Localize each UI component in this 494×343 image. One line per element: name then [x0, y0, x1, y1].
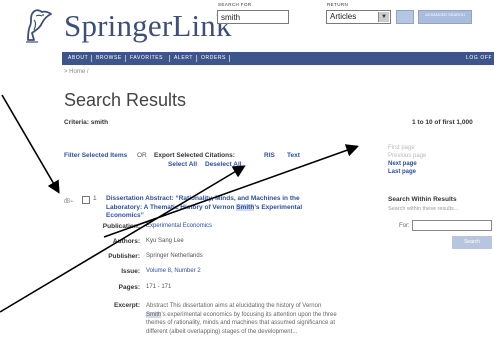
excerpt-text-1: Abstract This dissertation aims at eluci… [146, 303, 322, 309]
deselect-all-link[interactable]: Deselect All [205, 161, 242, 168]
filter-selected-items-link[interactable]: Filter Selected Items [64, 152, 127, 159]
pdf-icon[interactable]: ㏈⌁ [64, 196, 74, 205]
publisher-value: Springer Netherlands [146, 253, 203, 259]
brand-name[interactable]: SpringerLink [64, 8, 232, 44]
issue-label: Issue: [121, 268, 140, 275]
nav-item-orders[interactable]: ORDERS [201, 55, 226, 61]
search-within-hint: Search within these results... [388, 206, 459, 212]
nav-divider [169, 55, 170, 62]
springerlink-page: SpringerLink SEARCH FOR RETURN Articles … [0, 0, 494, 343]
publisher-label: Publisher: [108, 253, 140, 260]
search-within-heading: Search Within Results [388, 196, 457, 203]
excerpt-text: Abstract This dissertation aims at eluci… [146, 302, 342, 336]
next-page-link[interactable]: Next page [388, 161, 417, 167]
result-select-checkbox[interactable] [82, 196, 90, 204]
breadcrumb[interactable]: > Home / [64, 69, 89, 75]
log-off-link[interactable]: LOG OFF [466, 55, 492, 61]
nav-divider [91, 55, 92, 62]
export-text-link[interactable]: Text [287, 152, 300, 159]
return-label: RETURN [327, 2, 349, 7]
nav-item-favorites[interactable]: FAVORITES [130, 55, 163, 61]
pages-value: 171 - 171 [146, 284, 172, 290]
nav-item-about[interactable]: ABOUT [68, 55, 88, 61]
or-text: OR [137, 152, 147, 159]
search-for-label: SEARCH FOR [218, 2, 252, 7]
chevron-down-icon[interactable]: ▼ [378, 12, 389, 22]
issue-link[interactable]: Volume 8, Number 2 [146, 268, 201, 274]
page-title: Search Results [64, 90, 187, 110]
authors-value: Kyu Sang Lee [146, 238, 184, 244]
publication-label: Publication: [102, 223, 140, 230]
return-type-select[interactable]: Articles ▼ [326, 10, 391, 24]
previous-page-link: Previous page [388, 153, 427, 159]
nav-bar: ABOUT BROWSE FAVORITES ALERT ORDERS LOG … [62, 52, 494, 65]
annotation-arrow-1 [1, 94, 60, 194]
return-type-value: Articles [330, 12, 357, 21]
title-highlight: Smith [236, 203, 255, 211]
search-criteria: Criteria: smith [64, 119, 109, 126]
search-within-button[interactable]: Search [452, 236, 492, 249]
search-input[interactable] [217, 10, 289, 24]
advanced-search-button[interactable]: ADVANCED SEARCH [418, 10, 472, 24]
authors-label: Authors: [112, 238, 140, 245]
excerpt-label: Excerpt: [113, 302, 140, 309]
excerpt-text-2: ’s experimental economics by focusing it… [146, 311, 337, 335]
publication-link[interactable]: Experimental Economics [146, 223, 212, 229]
nav-item-alert[interactable]: ALERT [174, 55, 193, 61]
springer-horse-logo-icon [26, 9, 52, 43]
go-button[interactable] [396, 10, 414, 24]
pages-label: Pages: [118, 284, 140, 291]
result-count: 1 to 10 of first 1,000 [412, 119, 473, 126]
nav-divider [229, 55, 230, 62]
excerpt-highlight: Smith [146, 311, 162, 318]
result-title-link[interactable]: Dissertation Abstract: “Rationality, Min… [106, 195, 334, 221]
nav-divider [196, 55, 197, 62]
last-page-link[interactable]: Last page [388, 169, 416, 175]
export-citations-label: Export Selected Citations: [154, 152, 235, 159]
nav-item-browse[interactable]: BROWSE [96, 55, 122, 61]
result-number: 1 [93, 195, 97, 202]
search-within-input[interactable] [412, 220, 492, 231]
for-label: For: [399, 223, 410, 229]
nav-divider [125, 55, 126, 62]
select-all-link[interactable]: Select All [168, 161, 197, 168]
first-page-link: First page [388, 145, 415, 151]
export-ris-link[interactable]: RIS [264, 152, 275, 159]
